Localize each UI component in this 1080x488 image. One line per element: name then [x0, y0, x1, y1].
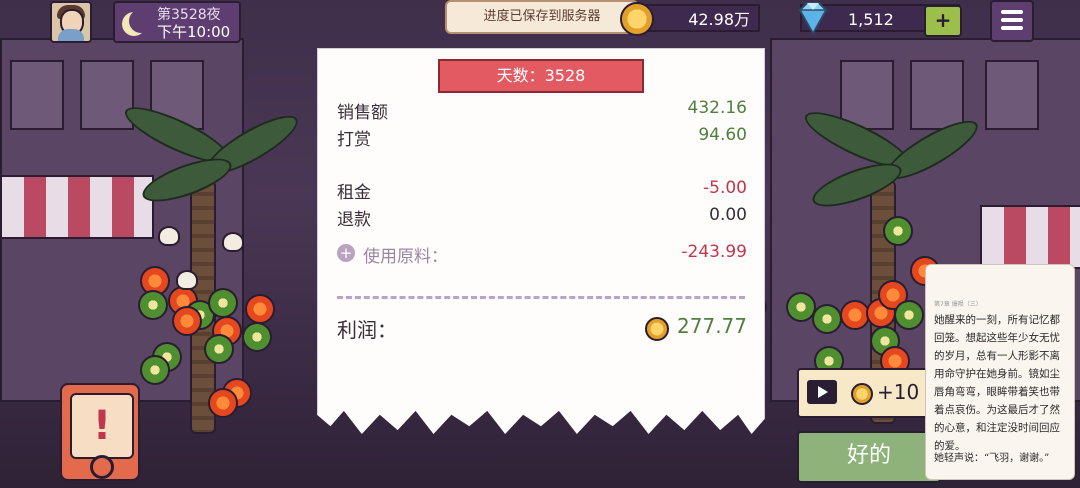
receipt-divider — [337, 296, 745, 299]
window — [10, 60, 64, 130]
pepper-slice — [204, 334, 234, 364]
tips-value: 94.60 — [698, 125, 747, 145]
pepper-slice — [138, 290, 168, 320]
add-gems-button[interactable]: + — [924, 5, 962, 37]
play-video-icon — [807, 380, 837, 404]
pepper-slice — [883, 216, 913, 246]
menu-icon-bar — [1001, 26, 1023, 30]
watch-ad-button[interactable]: +10 — [797, 368, 941, 418]
tomato-slice — [245, 294, 275, 324]
profit-value: 277.77 — [677, 314, 747, 338]
alert-dot — [90, 455, 114, 479]
garlic-clove — [158, 226, 180, 246]
moon-icon — [129, 9, 153, 33]
expand-plus-icon[interactable]: + — [337, 244, 355, 262]
coin-icon — [620, 2, 654, 36]
pepper-slice — [894, 300, 924, 330]
garlic-clove — [176, 270, 198, 290]
profit-row: 利润： 277.77 — [337, 314, 747, 342]
menu-button[interactable] — [990, 0, 1034, 42]
time-label: 下午10:00 — [157, 23, 231, 41]
story-text: 她醒来的一刻，所有记忆都回笼。想起这些年少女无忧的岁月，总有一人形影不离用命守护… — [934, 314, 1060, 452]
raw-materials-row[interactable]: + 使用原料： -243.99 — [337, 242, 747, 267]
raw-materials-label: 使用原料： — [363, 247, 448, 267]
sales-label: 销售额 — [337, 103, 388, 123]
window — [910, 60, 964, 130]
menu-icon-bar — [1001, 10, 1023, 14]
window — [985, 60, 1039, 130]
story-text-tail: 她轻声说：“飞羽，谢谢。” — [934, 453, 1050, 464]
story-popup[interactable]: 第7章 爆陨（三） 她醒来的一刻，所有记忆都回笼。想起这些年少女无忧的岁月，总有… — [925, 264, 1075, 480]
refund-label: 退款 — [337, 210, 371, 230]
coin-icon — [645, 317, 669, 341]
avatar-body — [58, 29, 84, 41]
day-ribbon: 天数：3528 — [426, 57, 652, 93]
tips-label: 打赏 — [337, 130, 371, 150]
tomato-slice — [172, 306, 202, 336]
rent-value: -5.00 — [703, 178, 747, 198]
refund-row: 退款 0.00 — [337, 205, 747, 230]
ad-reward-amount: +10 — [877, 380, 920, 404]
save-toast: 进度已保存到服务器 — [445, 0, 639, 34]
refund-value: 0.00 — [709, 205, 747, 225]
day-time-panel: 第3528夜 下午10:00 — [113, 1, 241, 43]
profit-label: 利润： — [337, 318, 397, 342]
tips-row: 打赏 94.60 — [337, 125, 747, 150]
ok-button[interactable]: 好的 — [797, 431, 941, 483]
awning-right — [980, 205, 1080, 269]
pepper-slice — [208, 288, 238, 318]
rent-row: 租金 -5.00 — [337, 178, 747, 203]
diamond-icon — [798, 2, 828, 36]
player-avatar[interactable] — [50, 1, 92, 43]
sales-value: 432.16 — [687, 98, 747, 118]
coin-icon — [851, 383, 873, 405]
awning-left — [0, 175, 154, 239]
tomato-slice — [208, 388, 238, 418]
sales-row: 销售额 432.16 — [337, 98, 747, 123]
menu-icon-bar — [1001, 18, 1023, 22]
pepper-slice — [140, 355, 170, 385]
window — [80, 60, 134, 130]
alert-card-button[interactable]: ! — [60, 383, 140, 481]
receipt-title: 天数：3528 — [438, 59, 644, 93]
story-chapter-header: 第7章 爆陨（三） — [934, 301, 982, 308]
exclamation-icon: ! — [70, 393, 134, 459]
pepper-slice — [242, 322, 272, 352]
rent-label: 租金 — [337, 183, 371, 203]
garlic-clove — [222, 232, 244, 252]
pepper-slice — [812, 304, 842, 334]
raw-materials-value: -243.99 — [681, 242, 747, 262]
